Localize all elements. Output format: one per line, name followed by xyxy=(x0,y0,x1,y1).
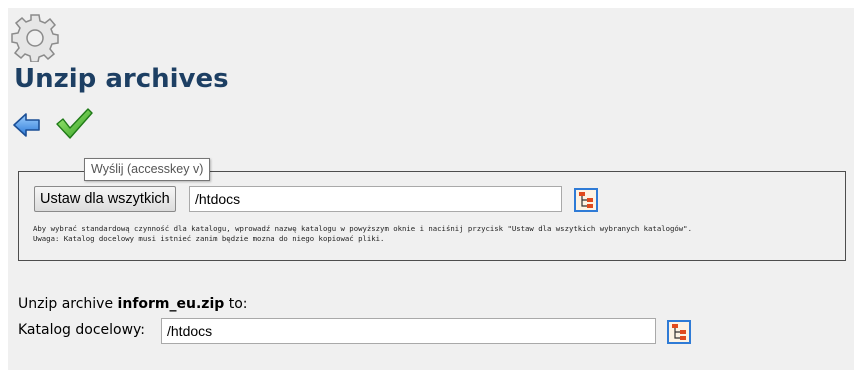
help-line-2: Uwaga: Katalog docelowy musi istnieć zan… xyxy=(33,234,385,243)
default-directory-input[interactable]: /htdocs xyxy=(189,186,562,212)
set-all-button[interactable]: Ustaw dla wszytkich xyxy=(34,186,176,212)
folder-tree-icon[interactable] xyxy=(667,320,691,344)
unzip-prefix: Unzip archive xyxy=(18,296,114,312)
help-text: Aby wybrać standardową czynność dla kata… xyxy=(33,224,838,244)
page-title: Unzip archives xyxy=(14,64,229,94)
gear-icon xyxy=(11,14,59,62)
archive-filename: inform_eu.zip xyxy=(117,296,225,312)
checkmark-icon[interactable] xyxy=(54,106,94,142)
defaults-fieldset xyxy=(18,171,846,261)
back-arrow-icon[interactable] xyxy=(12,110,42,140)
target-directory-label: Katalog docelowy: xyxy=(18,322,146,338)
help-line-1: Aby wybrać standardową czynność dla kata… xyxy=(33,224,692,233)
target-directory-input[interactable]: /htdocs xyxy=(161,318,656,344)
submit-tooltip: Wyślij (accesskey v) xyxy=(84,158,211,181)
unzip-archive-label: Unzip archive inform_eu.zip to: xyxy=(18,296,248,312)
folder-tree-icon[interactable] xyxy=(574,188,598,212)
unzip-suffix: to: xyxy=(228,296,248,312)
